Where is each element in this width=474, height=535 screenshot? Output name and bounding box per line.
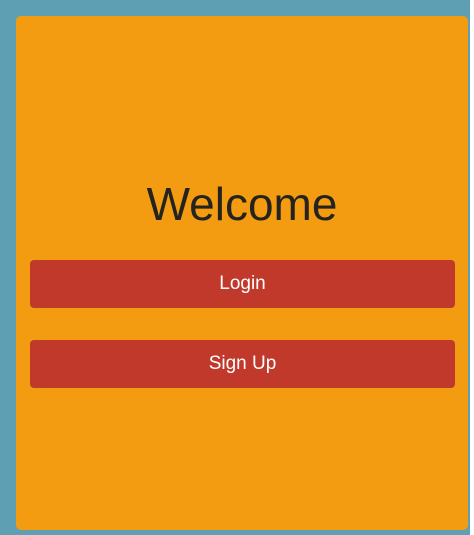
- welcome-card: Welcome Login Sign Up: [16, 16, 468, 530]
- page-frame: Welcome Login Sign Up: [0, 0, 470, 535]
- sign-up-button[interactable]: Sign Up: [30, 340, 455, 388]
- page-title: Welcome: [146, 178, 338, 230]
- login-button[interactable]: Login: [30, 260, 455, 308]
